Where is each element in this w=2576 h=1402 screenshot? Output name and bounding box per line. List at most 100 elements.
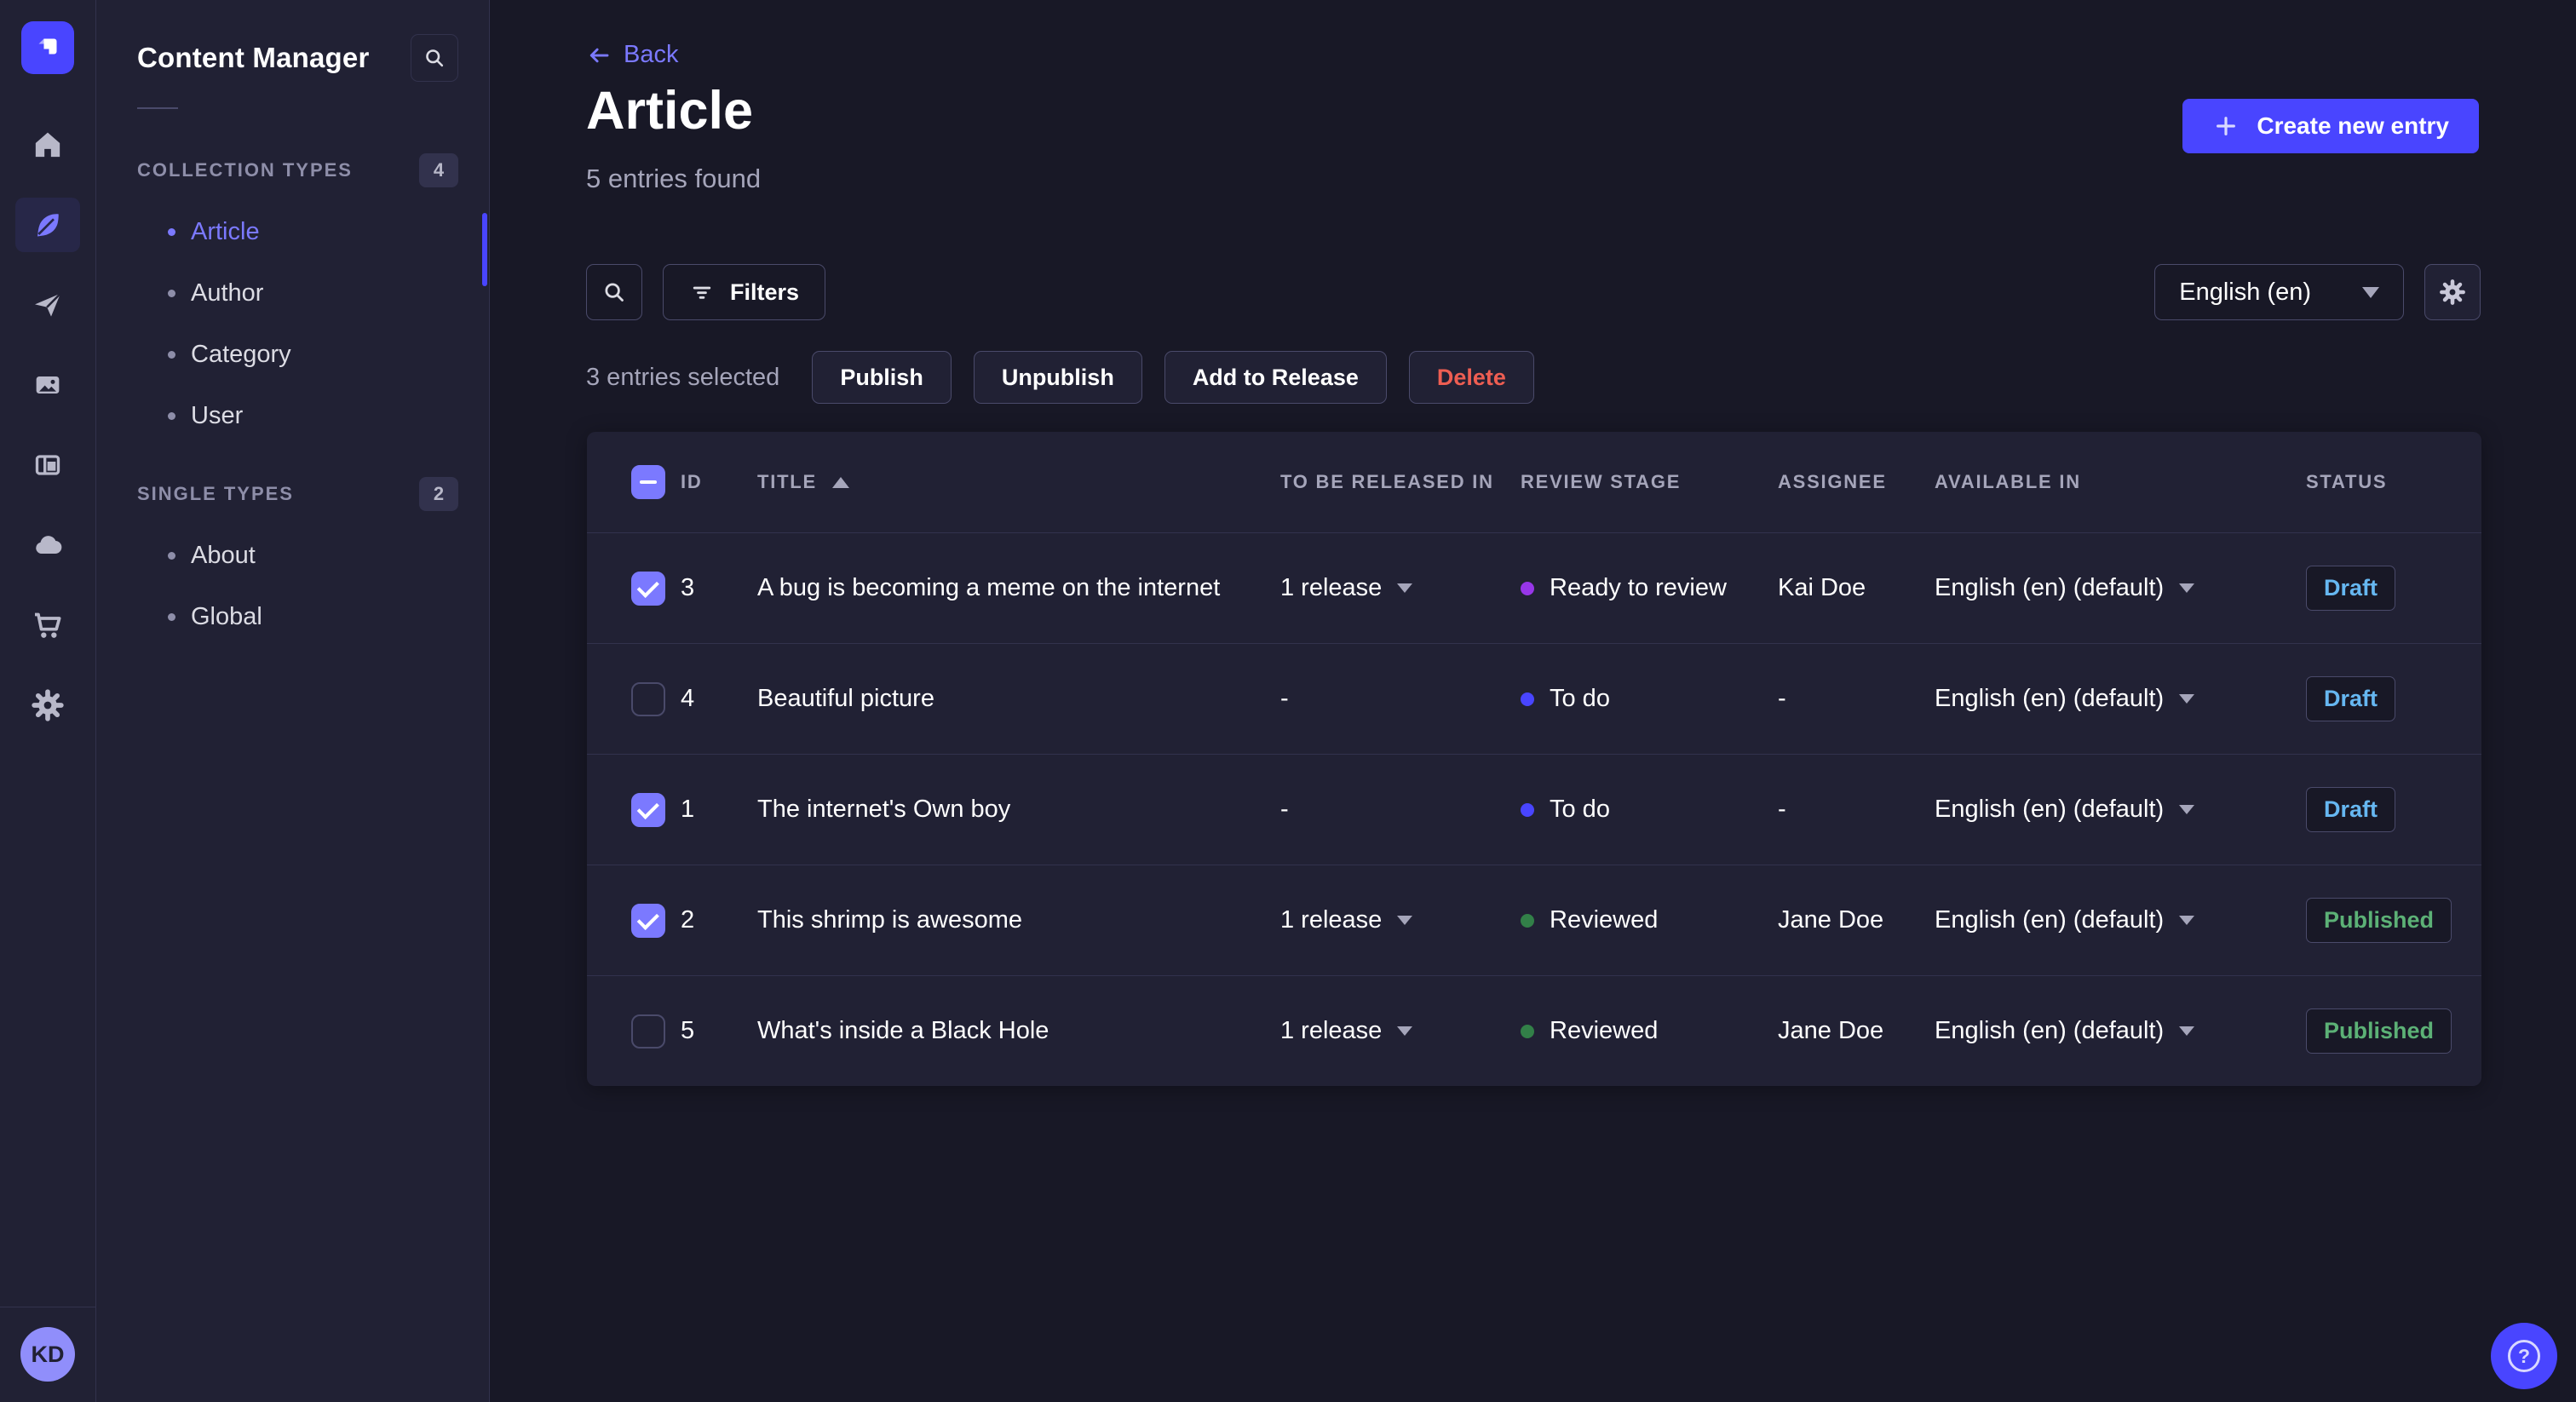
sidebar-title: Content Manager [137, 42, 370, 73]
user-avatar[interactable]: KD [20, 1327, 75, 1382]
release-chevron-icon [1397, 583, 1413, 593]
review-stage-dot [1521, 913, 1534, 928]
column-header-available-in: AVAILABLE IN [1935, 471, 2081, 492]
sidebar-item-user[interactable]: User [96, 385, 489, 446]
nav-home[interactable] [15, 118, 80, 172]
cell-available-in[interactable]: English (en) (default) [1935, 796, 2306, 824]
single-types-label: SINGLE TYPES [137, 483, 294, 504]
bullet-icon [168, 227, 175, 236]
locale-chevron-icon [2179, 1026, 2195, 1036]
sidebar-item-author[interactable]: Author [96, 262, 489, 324]
row-checkbox[interactable] [631, 1014, 665, 1049]
row-checkbox[interactable] [631, 681, 665, 716]
delete-button[interactable]: Delete [1408, 351, 1534, 404]
gear-icon [32, 689, 64, 721]
search-icon [605, 283, 624, 302]
single-types-count-badge: 2 [419, 477, 458, 511]
column-header-title[interactable]: TITLE [757, 471, 1280, 493]
column-header-assignee: ASSIGNEE [1778, 471, 1887, 492]
column-header-id[interactable]: ID [681, 471, 757, 493]
locale-chevron-icon [2179, 916, 2195, 925]
help-button[interactable]: ? [2491, 1323, 2557, 1389]
nav-rail: KD [0, 0, 96, 1402]
create-new-entry-button[interactable]: Create new entry [2182, 99, 2479, 153]
row-checkbox[interactable] [631, 571, 665, 606]
sidebar-item-article[interactable]: Article [96, 201, 489, 262]
nav-deploy[interactable] [15, 518, 80, 572]
cell-releases[interactable]: - [1280, 796, 1521, 824]
column-header-review-stage: REVIEW STAGE [1521, 471, 1682, 492]
nav-content-manager[interactable] [15, 198, 80, 252]
collection-types-count-badge: 4 [419, 153, 458, 187]
sidebar-item-category[interactable]: Category [96, 324, 489, 385]
table-row[interactable]: 2 This shrimp is awesome 1 release Revie… [587, 865, 2481, 975]
strapi-logo[interactable] [21, 21, 74, 74]
locale-chevron-icon [2179, 805, 2195, 814]
release-chevron-icon [1397, 1026, 1413, 1036]
question-mark-icon: ? [2508, 1340, 2540, 1372]
nav-marketplace[interactable] [15, 598, 80, 652]
cell-review-stage: Ready to review [1521, 574, 1778, 602]
bullet-icon [168, 551, 175, 560]
table-row[interactable]: 4 Beautiful picture - To do - English (e… [587, 643, 2481, 754]
cell-releases[interactable]: 1 release [1280, 906, 1521, 934]
cell-id: 4 [681, 685, 695, 712]
status-badge: Draft [2306, 566, 2396, 611]
cell-available-in[interactable]: English (en) (default) [1935, 685, 2306, 713]
sidebar-scrollbar[interactable] [482, 213, 487, 286]
row-checkbox[interactable] [631, 792, 665, 827]
sidebar-item-global[interactable]: Global [96, 586, 489, 647]
gear-icon [2440, 279, 2465, 305]
cell-title: What's inside a Black Hole [757, 1017, 1049, 1044]
sidebar-item-about[interactable]: About [96, 525, 489, 586]
arrow-left-icon [589, 48, 609, 62]
strapi-logo-icon [38, 38, 57, 55]
cell-assignee: - [1778, 796, 1786, 823]
nav-releases[interactable] [15, 278, 80, 332]
table-row[interactable]: 3 A bug is becoming a meme on the intern… [587, 532, 2481, 643]
back-link[interactable]: Back [586, 41, 678, 69]
main-content: Back Article 5 entries found Create new … [491, 0, 2576, 1402]
bullet-icon [168, 289, 175, 297]
cell-available-in[interactable]: English (en) (default) [1935, 574, 2306, 602]
unpublish-button[interactable]: Unpublish [973, 351, 1142, 404]
locale-chevron-icon [2179, 694, 2195, 704]
table-row[interactable]: 5 What's inside a Black Hole 1 release R… [587, 975, 2481, 1086]
cell-id: 3 [681, 574, 695, 601]
cell-releases[interactable]: 1 release [1280, 574, 1521, 602]
nav-content-type-builder[interactable] [15, 438, 80, 492]
table-row[interactable]: 1 The internet's Own boy - To do - Engli… [587, 754, 2481, 865]
review-stage-dot [1521, 581, 1534, 595]
search-button[interactable] [586, 264, 642, 320]
status-badge: Draft [2306, 676, 2396, 721]
chevron-down-icon [2362, 286, 2379, 298]
status-badge: Published [2306, 898, 2452, 943]
filters-button[interactable]: Filters [663, 264, 826, 320]
cell-available-in[interactable]: English (en) (default) [1935, 906, 2306, 934]
table-header-row: ID TITLE TO BE RELEASED IN REVIEW STAGE … [587, 432, 2481, 532]
locale-select[interactable]: English (en) [2154, 264, 2404, 320]
sort-ascending-icon [831, 476, 849, 488]
images-icon [36, 376, 60, 394]
cell-releases[interactable]: 1 release [1280, 1017, 1521, 1045]
cell-releases[interactable]: - [1280, 685, 1521, 713]
nav-media-library[interactable] [15, 358, 80, 412]
cell-title: A bug is becoming a meme on the internet [757, 574, 1221, 601]
cell-assignee: Jane Doe [1778, 1017, 1884, 1044]
sidebar-divider [137, 107, 178, 109]
page-title: Article [586, 81, 754, 141]
column-header-released-in: TO BE RELEASED IN [1280, 471, 1494, 492]
bullet-icon [168, 612, 175, 621]
add-to-release-button[interactable]: Add to Release [1164, 351, 1387, 404]
nav-settings[interactable] [15, 678, 80, 733]
row-checkbox[interactable] [631, 903, 665, 938]
cell-available-in[interactable]: English (en) (default) [1935, 1017, 2306, 1045]
filter-lines-icon [693, 286, 711, 299]
cell-review-stage: To do [1521, 796, 1778, 824]
sidebar-search-button[interactable] [411, 34, 458, 82]
view-settings-button[interactable] [2424, 264, 2481, 320]
bullet-icon [168, 411, 175, 420]
publish-button[interactable]: Publish [812, 351, 952, 404]
select-all-checkbox[interactable] [631, 465, 665, 499]
cell-review-stage: Reviewed [1521, 906, 1778, 934]
